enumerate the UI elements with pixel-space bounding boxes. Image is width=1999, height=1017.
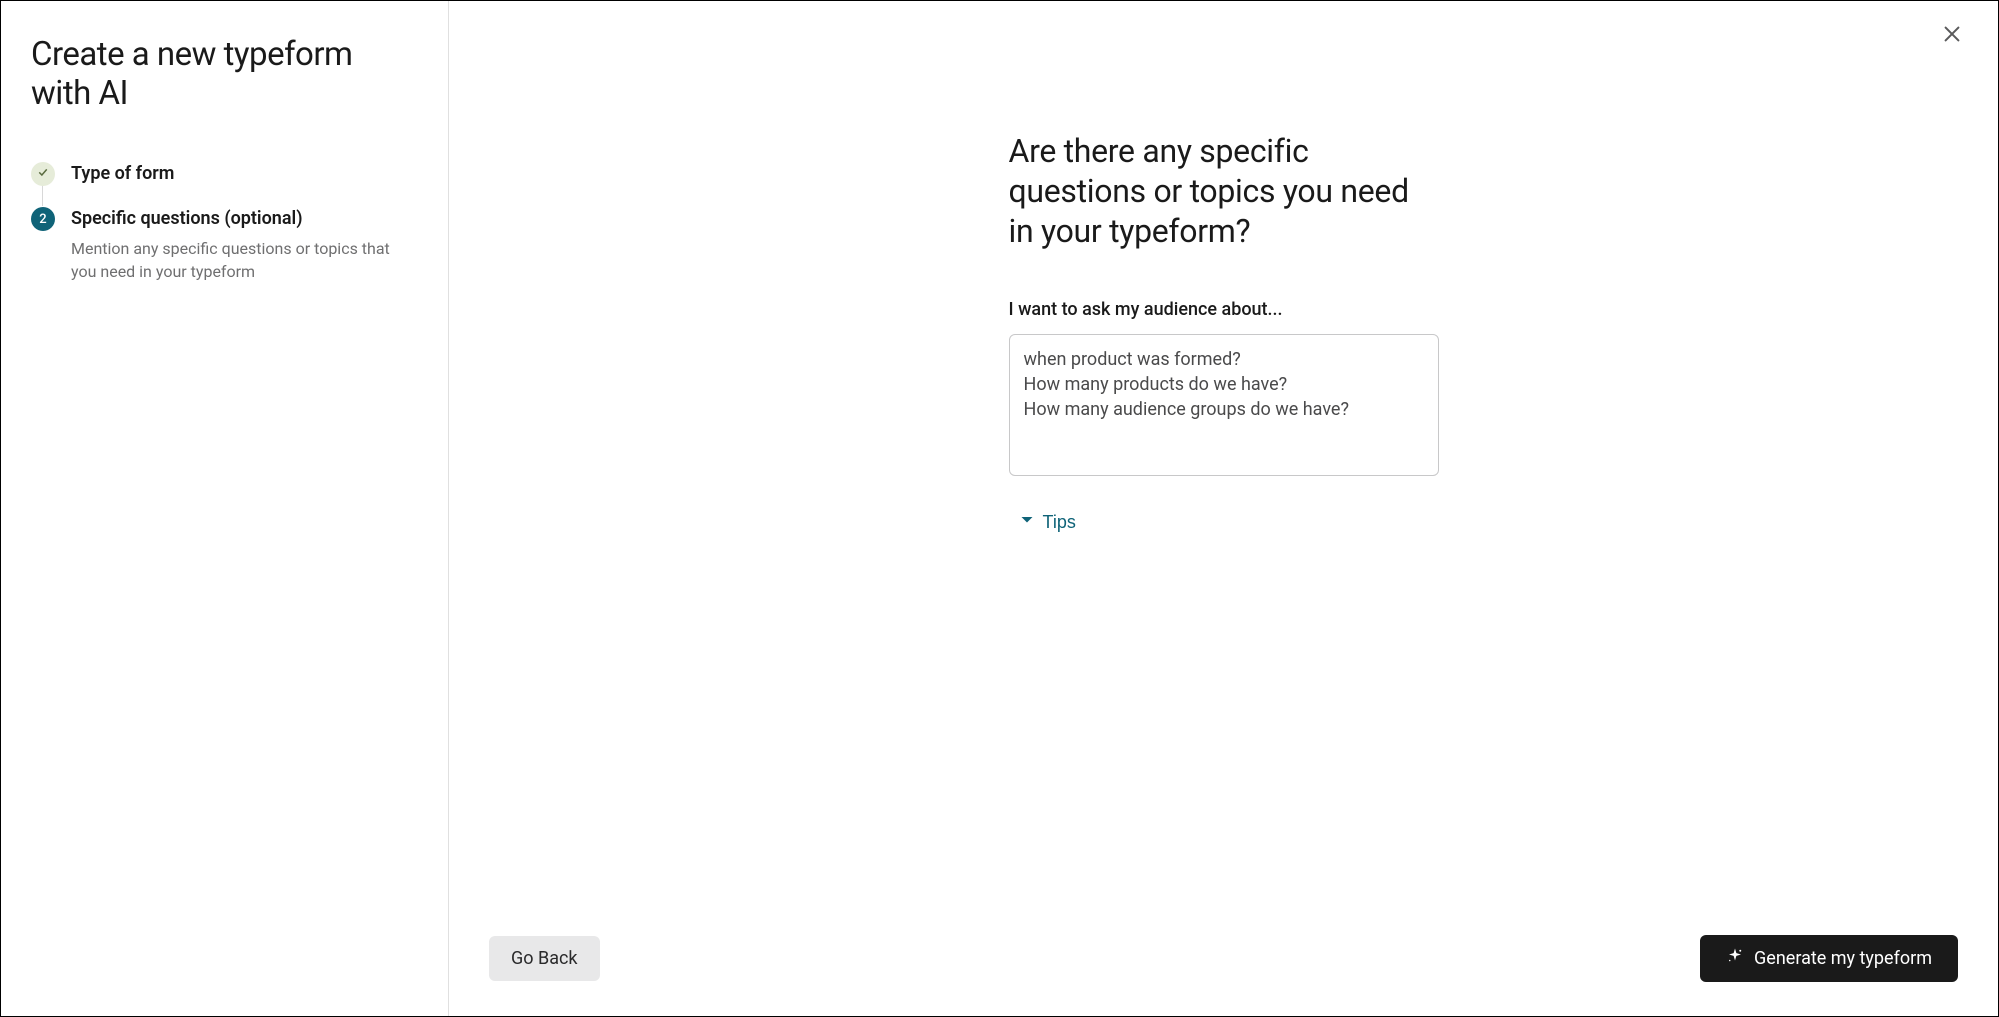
step-body: Type of form [71,161,418,185]
footer-actions: Go Back Generate my typeform [449,935,1998,1016]
field-label: I want to ask my audience about... [1009,299,1439,320]
step-number: 2 [39,212,46,227]
step-type-of-form[interactable]: Type of form [31,161,418,206]
content-inner: Are there any specific questions or topi… [1009,131,1439,935]
step-title: Type of form [71,162,418,185]
go-back-button[interactable]: Go Back [489,936,600,981]
step-specific-questions[interactable]: 2 Specific questions (optional) Mention … [31,206,418,303]
sparkle-icon [1726,947,1744,970]
questions-textarea[interactable] [1009,334,1439,476]
tips-label: Tips [1043,512,1076,533]
step-indicator-active: 2 [31,207,55,231]
step-connector [42,185,43,206]
page-title: Create a new typeform with AI [31,35,418,113]
step-indicator-completed [31,162,55,186]
step-body: Specific questions (optional) Mention an… [71,206,418,283]
sidebar: Create a new typeform with AI Type of fo… [1,1,449,1016]
chevron-down-icon [1019,512,1035,533]
check-icon [37,166,49,182]
steps-list: Type of form 2 Specific questions (optio… [31,161,418,303]
step-title: Specific questions (optional) [71,207,418,230]
go-back-label: Go Back [511,948,578,969]
close-button[interactable] [1936,19,1968,51]
app-root: Create a new typeform with AI Type of fo… [0,0,1999,1017]
main-panel: Are there any specific questions or topi… [449,1,1998,1016]
step-description: Mention any specific questions or topics… [71,238,418,283]
generate-label: Generate my typeform [1754,948,1932,969]
generate-button[interactable]: Generate my typeform [1700,935,1958,982]
tips-toggle[interactable]: Tips [1009,508,1086,537]
question-heading: Are there any specific questions or topi… [1009,131,1439,251]
close-icon [1941,23,1963,48]
content-area: Are there any specific questions or topi… [449,1,1998,935]
